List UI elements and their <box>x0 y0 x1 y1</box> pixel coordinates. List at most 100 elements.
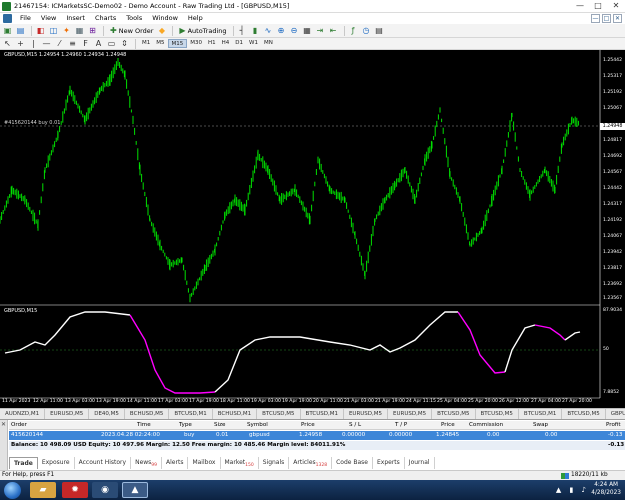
timeframe-m1[interactable]: M1 <box>139 39 153 48</box>
timeframe-h1[interactable]: H1 <box>205 39 219 48</box>
terminal-tab[interactable]: Signals <box>259 457 290 469</box>
col-tp[interactable]: T / P <box>395 421 407 430</box>
terminal-icon[interactable]: ▦ <box>74 26 85 36</box>
text-icon[interactable]: A <box>93 39 104 49</box>
profiles-icon[interactable]: ▤ <box>15 26 26 36</box>
connection-status[interactable]: 18220/11 kb <box>561 471 608 480</box>
menu-file[interactable]: File <box>15 13 36 24</box>
chart-tab[interactable]: BTCUSD,M5 <box>432 409 476 419</box>
chart-tab[interactable]: AUDNZD,M1 <box>0 409 46 419</box>
timeframe-h4[interactable]: H4 <box>219 39 233 48</box>
chart-shift-icon[interactable]: ⇤ <box>328 26 339 36</box>
terminal-tab[interactable]: Journal <box>405 457 435 469</box>
zoom-out-icon[interactable]: ⊖ <box>289 26 300 36</box>
chrome-icon[interactable]: ◉ <box>92 482 118 498</box>
timeframe-w1[interactable]: W1 <box>246 39 261 48</box>
chart-tab[interactable]: BTCUSD,M1 <box>301 409 344 419</box>
clock[interactable]: 4:24 AM 4/28/2023 <box>591 481 621 497</box>
system-tray-icons[interactable]: ▲ ▮ ♪ <box>556 486 589 494</box>
data-window-icon[interactable]: ◫ <box>48 26 59 36</box>
new-order-button[interactable]: ✚ New Order <box>107 25 156 36</box>
market-watch-icon[interactable]: ◧ <box>35 26 46 36</box>
chart-tab[interactable]: BCHUSD,M1 <box>213 409 258 419</box>
fibonacci-icon[interactable]: F <box>80 39 91 49</box>
col-price[interactable]: Price <box>301 421 315 430</box>
metaeditor-icon[interactable]: ◆ <box>156 26 167 36</box>
menu-window[interactable]: Window <box>147 13 183 24</box>
arrows-icon[interactable]: ⇕ <box>119 39 130 49</box>
strategy-tester-icon[interactable]: ⊞ <box>87 26 98 36</box>
navigator-icon[interactable]: ✦ <box>61 26 72 36</box>
chart-minimize-button[interactable]: — <box>591 14 600 23</box>
col-size[interactable]: Size <box>214 421 225 430</box>
app-gear-icon[interactable]: ✹ <box>62 482 88 498</box>
menu-tools[interactable]: Tools <box>121 13 147 24</box>
col-current-price[interactable]: Price <box>441 421 455 430</box>
auto-scroll-icon[interactable]: ⇥ <box>315 26 326 36</box>
menu-view[interactable]: View <box>36 13 61 24</box>
terminal-tab[interactable]: Account History <box>75 457 132 469</box>
chart-tab[interactable]: EURUSD,M5 <box>388 409 433 419</box>
timeframe-m5[interactable]: M5 <box>153 39 167 48</box>
chart-tab[interactable]: BTCUSD,M5 <box>476 409 519 419</box>
start-button-icon[interactable] <box>4 482 21 499</box>
menu-insert[interactable]: Insert <box>61 13 90 24</box>
horizontal-line-icon[interactable]: — <box>41 39 52 49</box>
file-explorer-icon[interactable]: ▰ <box>30 482 56 498</box>
col-time[interactable]: Time <box>137 421 151 430</box>
chart-tab[interactable]: EURUSD,M5 <box>344 409 389 419</box>
col-symbol[interactable]: Symbol <box>247 421 268 430</box>
col-order[interactable]: Order <box>11 421 27 430</box>
col-sl[interactable]: S / L <box>349 421 361 430</box>
terminal-close-icon[interactable]: ✕ <box>1 422 7 428</box>
menu-help[interactable]: Help <box>183 13 208 24</box>
terminal-tab[interactable]: Market150 <box>221 457 259 469</box>
maximize-button[interactable]: □ <box>589 0 607 12</box>
timeframe-m30[interactable]: M30 <box>187 39 205 48</box>
chart-window[interactable]: GBPUSD,M15 1.24954 1.24960 1.24934 1.249… <box>0 50 625 408</box>
menu-charts[interactable]: Charts <box>90 13 121 24</box>
chart-tab[interactable]: BTCUSD,M1 <box>169 409 213 419</box>
periods-icon[interactable]: ◷ <box>361 26 372 36</box>
bar-chart-icon[interactable]: ┤ <box>237 26 248 36</box>
candlestick-icon[interactable]: ▮ <box>250 26 261 36</box>
chart-tab[interactable]: BCHUSD,M5 <box>125 409 170 419</box>
label-icon[interactable]: ▭ <box>106 39 117 49</box>
terminal-tab[interactable]: Exposure <box>38 457 75 469</box>
terminal-tab[interactable]: News99 <box>131 457 163 469</box>
order-line-label[interactable]: #415620144 buy 0.01 <box>4 120 60 126</box>
metatrader-icon[interactable]: ▲ <box>122 482 148 498</box>
channel-icon[interactable]: ≡ <box>67 39 78 49</box>
zoom-in-icon[interactable]: ⊕ <box>276 26 287 36</box>
terminal-tab[interactable]: Experts <box>373 457 405 469</box>
new-chart-icon[interactable]: ▣ <box>2 26 13 36</box>
line-chart-icon[interactable]: ∿ <box>263 26 274 36</box>
chart-tab[interactable]: BTCUSD,M1 <box>519 409 563 419</box>
chart-restore-button[interactable]: □ <box>602 14 611 23</box>
indicators-icon[interactable]: ƒ <box>348 26 359 36</box>
chart-tab[interactable]: EURUSD,M5 <box>45 409 90 419</box>
terminal-tab[interactable]: Code Base <box>332 457 373 469</box>
chart-window-icon[interactable] <box>3 14 12 23</box>
chart-tab[interactable]: GBPUSD,M15 <box>606 409 625 419</box>
close-button[interactable]: ✕ <box>607 0 625 12</box>
autotrading-button[interactable]: ▶ AutoTrading <box>176 25 229 36</box>
col-commission[interactable]: Commission <box>469 421 503 430</box>
vertical-line-icon[interactable]: | <box>28 39 39 49</box>
templates-icon[interactable]: ▤ <box>374 26 385 36</box>
timeframe-m15[interactable]: M15 <box>167 39 188 48</box>
crosshair-icon[interactable]: + <box>15 39 26 49</box>
terminal-tab[interactable]: Alerts <box>162 457 189 469</box>
terminal-tab[interactable]: Mailbox <box>188 457 221 469</box>
order-row[interactable]: 415620144 2023.04.28 02:24:00 buy 0.01 g… <box>9 431 625 440</box>
tile-windows-icon[interactable]: ▦ <box>302 26 313 36</box>
timeframe-mn[interactable]: MN <box>261 39 276 48</box>
minimize-button[interactable]: — <box>571 0 589 12</box>
cursor-icon[interactable]: ↖ <box>2 39 13 49</box>
terminal-tab[interactable]: Articles1328 <box>289 457 333 469</box>
chart-tab[interactable]: DE40,M5 <box>89 409 125 419</box>
terminal-tab[interactable]: Trade <box>9 457 38 469</box>
chart-close-button[interactable]: ✕ <box>613 14 622 23</box>
col-type[interactable]: Type <box>179 421 192 430</box>
price-chart[interactable] <box>0 50 625 408</box>
